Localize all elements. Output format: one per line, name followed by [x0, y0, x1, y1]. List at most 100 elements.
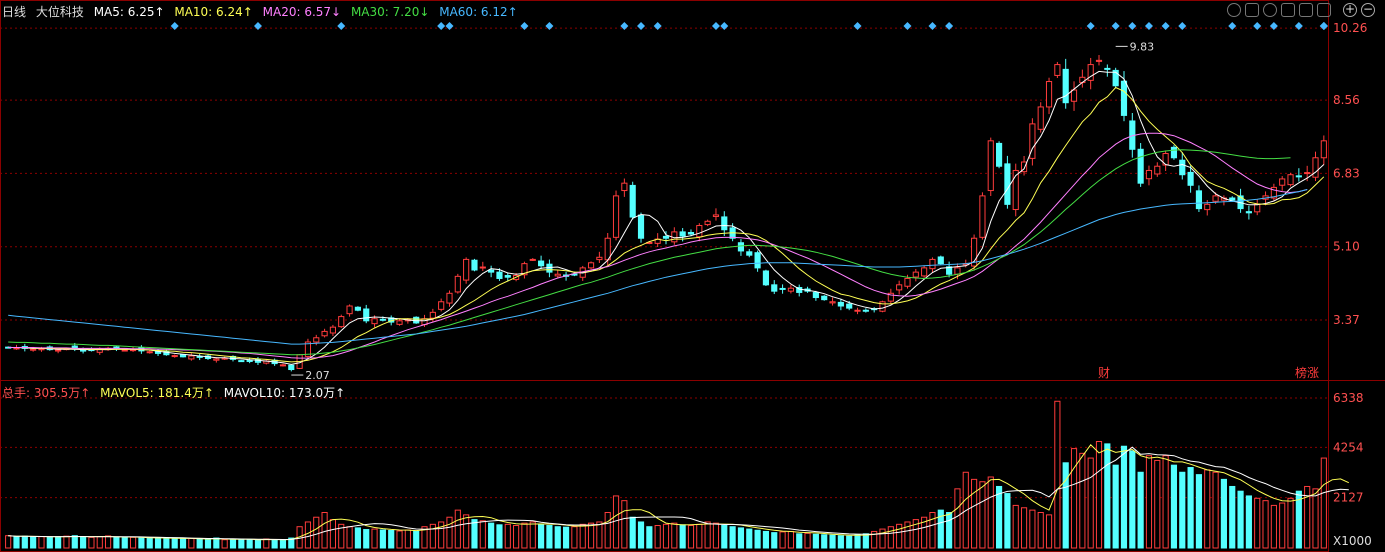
volume-bar [1170, 464, 1178, 549]
volume-bar [313, 516, 320, 549]
candle-body [696, 225, 703, 238]
volume-bar [712, 522, 720, 549]
period-label: 日线 [2, 5, 27, 19]
volume-bar [979, 481, 986, 549]
volume-bar [662, 523, 670, 549]
candle-body [637, 214, 645, 239]
volume-bar [363, 529, 370, 549]
candle-body [862, 309, 869, 312]
candle-body [771, 284, 778, 292]
candle-body [446, 292, 453, 304]
candle-body [1320, 140, 1327, 159]
volume-bar [571, 526, 578, 549]
volume-bar [1320, 457, 1327, 549]
volume-bar [188, 538, 195, 549]
candle-body [596, 256, 603, 261]
candle-body [721, 216, 728, 231]
volume-tick-label: 2127 [1333, 491, 1364, 505]
candle-body [1212, 195, 1219, 202]
candle-body [1245, 211, 1252, 214]
settings-icon[interactable] [1227, 3, 1241, 17]
candle-body [896, 284, 903, 291]
chart-icon[interactable] [1281, 3, 1295, 17]
candle-body [238, 360, 245, 363]
event-marker [445, 22, 454, 30]
zoom-in-icon[interactable]: + [1343, 3, 1357, 17]
candle-body [846, 303, 853, 309]
candle-body [587, 262, 595, 269]
volume-bar [879, 528, 886, 549]
candle-body [1145, 169, 1153, 180]
volume-bar [1262, 500, 1269, 549]
volume-bar [521, 522, 528, 549]
volume-bar [1087, 457, 1094, 549]
volume-bar [1204, 469, 1211, 549]
volume-bar [612, 495, 620, 549]
event-marker [928, 22, 937, 30]
candle-body [179, 354, 187, 358]
event-marker [1178, 22, 1187, 30]
volume-bar [105, 535, 112, 549]
volume-layer [5, 400, 1350, 549]
volume-bar [213, 537, 220, 549]
volume-bar [1270, 504, 1277, 549]
volume-bar [1104, 443, 1111, 549]
candle-body [80, 349, 87, 352]
volume-bar [179, 538, 187, 549]
candle-body [55, 349, 62, 352]
volume-bar [271, 539, 278, 549]
ma20-label: MA20: 6.57↓ [262, 5, 342, 19]
candle-body [1095, 59, 1103, 62]
volume-bar [1037, 511, 1044, 549]
candle-body [1204, 203, 1211, 211]
volume-bar [388, 529, 395, 549]
ma10-label: MA10: 6.24↑ [174, 5, 253, 19]
volume-bar [1312, 488, 1319, 549]
candle-body [488, 269, 495, 273]
candle-body [1137, 148, 1144, 184]
candle-body [737, 242, 745, 252]
candle-body [454, 275, 461, 293]
candle-body [712, 214, 720, 217]
ma5-label: MA5: 6.25↑ [93, 5, 165, 19]
volume-bar [1229, 485, 1236, 549]
candle-body [762, 270, 770, 286]
candle-body [704, 220, 711, 226]
candle-body [854, 309, 861, 312]
volume-bar [63, 535, 70, 549]
volume-bar [379, 529, 386, 549]
volume-bar [829, 534, 836, 549]
volume-bar [1029, 509, 1036, 549]
volume-bar [971, 478, 978, 549]
zoom-out-icon[interactable]: − [1361, 3, 1375, 17]
ma60-label: MA60: 6.12↑ [439, 5, 518, 19]
volume-bar [862, 533, 869, 549]
volume-bar [762, 530, 770, 549]
candle-body [121, 349, 128, 352]
candle-body [1295, 175, 1302, 178]
volume-bar [821, 534, 828, 549]
ma10-line [8, 86, 1325, 363]
volume-bar [896, 523, 903, 549]
candle-body [662, 235, 670, 239]
volume-bar [263, 538, 270, 549]
volume-bar [1145, 455, 1153, 549]
volume-bar [454, 509, 461, 549]
volume-bar [88, 536, 95, 549]
volume-bar [229, 539, 237, 549]
volume-bar [754, 529, 761, 549]
volume-bar [529, 521, 536, 549]
volume-bar [346, 526, 353, 549]
volume-bar [704, 521, 711, 549]
volume-bar [929, 511, 936, 549]
eye-icon[interactable] [1263, 3, 1277, 17]
volume-bar [1112, 464, 1119, 549]
volume-bar [254, 539, 262, 549]
pointer-icon[interactable] [1317, 3, 1331, 17]
event-marker [1144, 22, 1153, 30]
volume-bar [637, 521, 645, 549]
pen-icon[interactable] [1245, 3, 1259, 17]
hand-icon[interactable] [1299, 3, 1313, 17]
stock-name: 大位科技 [35, 5, 84, 19]
volume-bar [946, 511, 953, 549]
